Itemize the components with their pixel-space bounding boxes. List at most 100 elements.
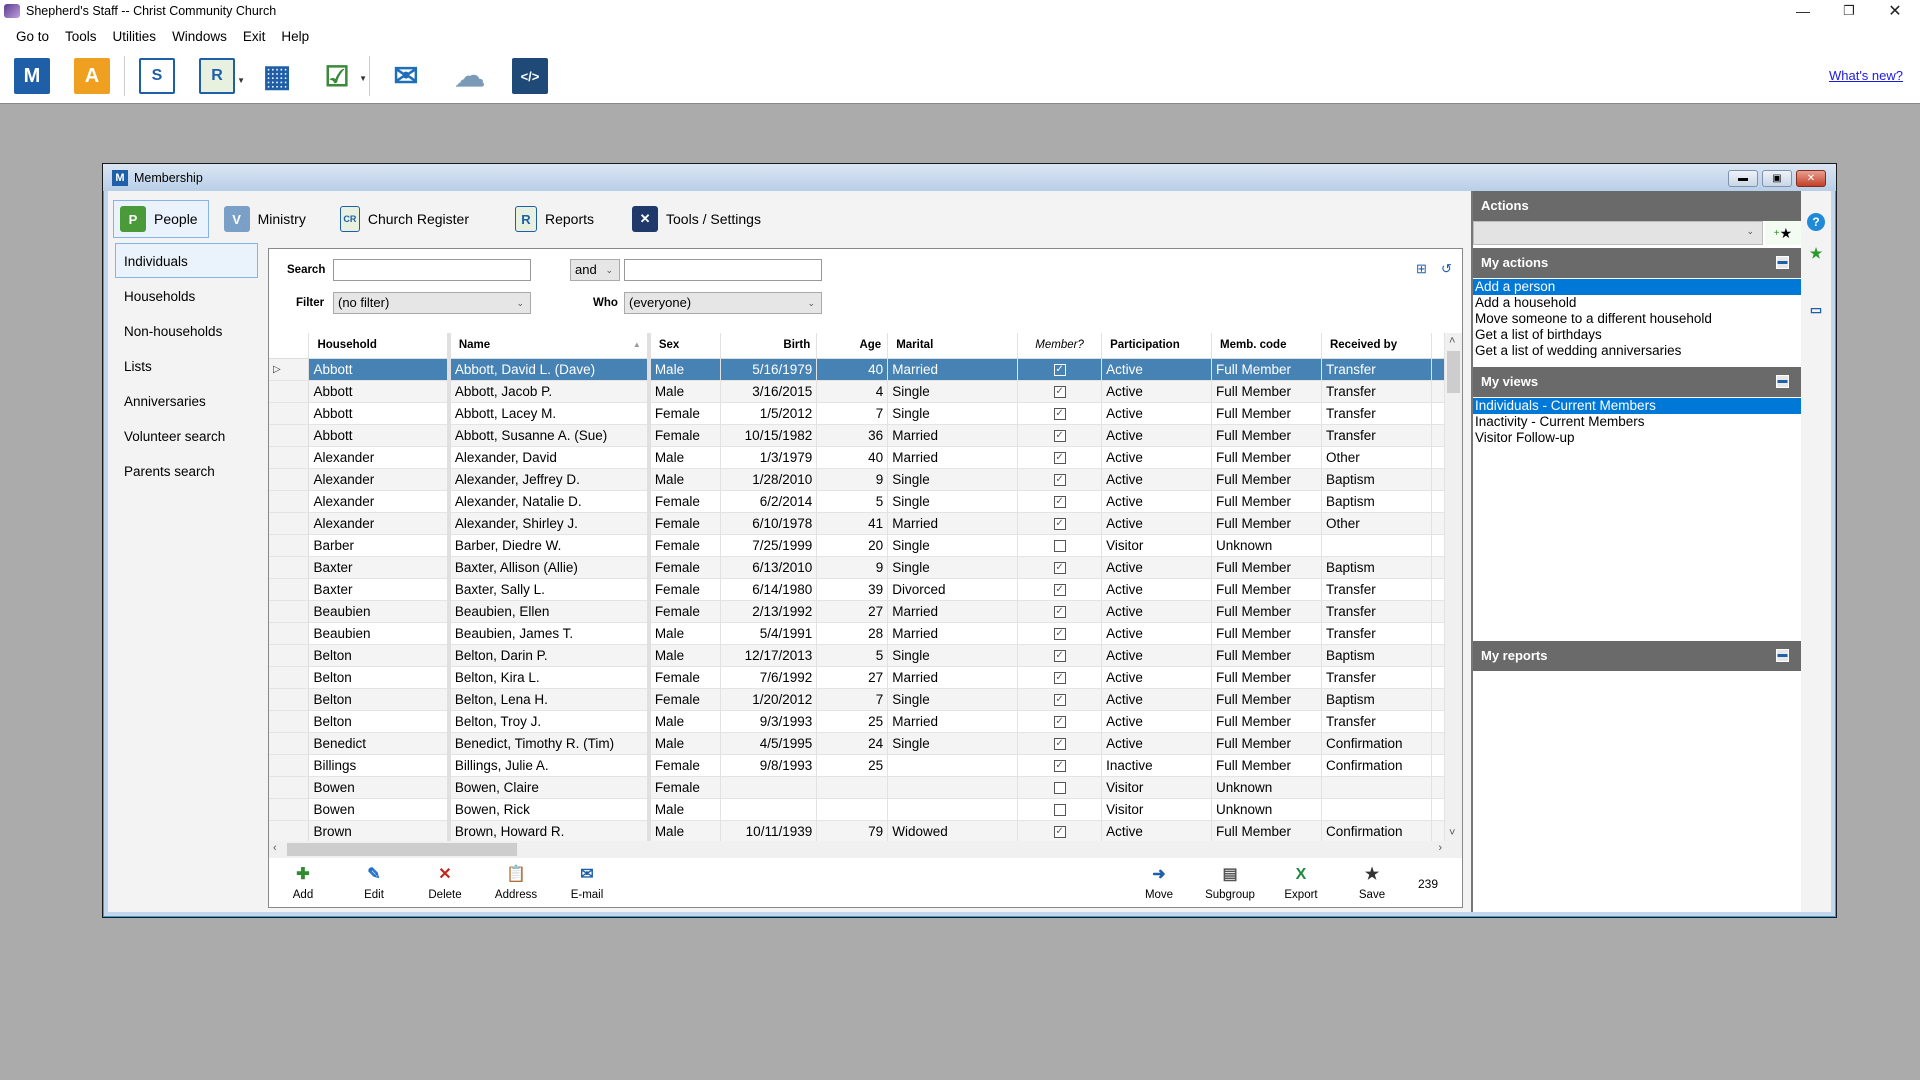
cell-member[interactable]: ✓: [1017, 556, 1103, 579]
cell-birth[interactable]: 6/14/1980: [720, 578, 818, 601]
row-header[interactable]: [269, 534, 310, 557]
row-header[interactable]: [269, 820, 310, 841]
cell-member[interactable]: ✓: [1017, 710, 1103, 733]
cell-sex[interactable]: Male: [648, 446, 722, 469]
checkbox-checked-icon[interactable]: ✓: [1053, 605, 1066, 618]
cell-participation[interactable]: Active: [1101, 512, 1213, 535]
cell-birth[interactable]: 9/3/1993: [720, 710, 818, 733]
cell-birth[interactable]: 1/3/1979: [720, 446, 818, 469]
my-view-item[interactable]: Individuals - Current Members: [1473, 398, 1801, 414]
cell-marital[interactable]: Divorced: [887, 578, 1019, 601]
cell-household[interactable]: Alexander: [308, 490, 451, 513]
cell-household[interactable]: Bowen: [308, 798, 451, 821]
cell-received-by[interactable]: Baptism: [1321, 644, 1432, 667]
filter-select[interactable]: (no filter) ⌄: [333, 292, 531, 314]
cell-age[interactable]: 25: [816, 754, 889, 777]
minimize-button[interactable]: —: [1780, 0, 1826, 22]
table-row[interactable]: Beaubien Beaubien, James T. Male 5/4/1991 28…: [269, 622, 1445, 645]
cell-birth[interactable]: 6/2/2014: [720, 490, 818, 513]
cell-age[interactable]: 28: [816, 622, 889, 645]
table-row[interactable]: Alexander Alexander, David Male 1/3/1979 40 M…: [269, 446, 1445, 469]
menu-windows[interactable]: Windows: [164, 27, 235, 47]
cell-memb-code[interactable]: Full Member: [1211, 754, 1322, 777]
cell-name[interactable]: Abbott, Lacey M.: [448, 402, 651, 425]
checkbox-unchecked-icon[interactable]: [1053, 781, 1066, 794]
table-row[interactable]: Abbott Abbott, Jacob P. Male 3/16/2015 4 Sing…: [269, 380, 1445, 403]
cell-received-by[interactable]: Transfer: [1321, 600, 1432, 623]
cell-birth[interactable]: [720, 798, 818, 821]
scroll-left-icon[interactable]: ‹: [273, 842, 277, 854]
cell-received-by[interactable]: Transfer: [1321, 578, 1432, 601]
cell-received-by[interactable]: [1321, 534, 1432, 557]
attendance-icon[interactable]: A: [74, 58, 110, 94]
cell-marital[interactable]: Single: [887, 402, 1019, 425]
cell-participation[interactable]: Active: [1101, 732, 1213, 755]
cell-sex[interactable]: Male: [648, 732, 722, 755]
cell-received-by[interactable]: Other: [1321, 446, 1432, 469]
cell-birth[interactable]: 7/6/1992: [720, 666, 818, 689]
cell-sex[interactable]: Female: [648, 490, 722, 513]
help-icon[interactable]: ?: [1807, 213, 1825, 231]
row-header[interactable]: [269, 446, 310, 469]
cell-name[interactable]: Billings, Julie A.: [448, 754, 651, 777]
cell-sex[interactable]: Female: [648, 512, 722, 535]
cell-marital[interactable]: Single: [887, 380, 1019, 403]
cell-member[interactable]: ✓: [1017, 644, 1103, 667]
cell-birth[interactable]: 6/10/1978: [720, 512, 818, 535]
table-row[interactable]: Brown Brown, Howard R. Male 10/11/1939 79 Wid…: [269, 820, 1445, 841]
scroll-down-icon[interactable]: ˅: [1449, 827, 1455, 839]
move-button[interactable]: ➜ Move: [1129, 865, 1189, 901]
cell-sex[interactable]: Male: [648, 358, 722, 381]
subgroup-button[interactable]: ▤ Subgroup: [1200, 865, 1260, 901]
cell-memb-code[interactable]: Full Member: [1211, 600, 1322, 623]
cell-member[interactable]: [1017, 776, 1103, 799]
cell-household[interactable]: Abbott: [308, 402, 451, 425]
cell-sex[interactable]: Male: [648, 622, 722, 645]
save-button[interactable]: ★ Save: [1342, 865, 1402, 901]
my-view-item[interactable]: Inactivity - Current Members: [1473, 414, 1801, 430]
cell-household[interactable]: Abbott: [308, 380, 451, 403]
cell-birth[interactable]: 5/4/1991: [720, 622, 818, 645]
checkbox-checked-icon[interactable]: ✓: [1053, 429, 1066, 442]
cell-marital[interactable]: Married: [887, 622, 1019, 645]
menu-exit[interactable]: Exit: [235, 27, 274, 47]
cell-member[interactable]: [1017, 534, 1103, 557]
cell-birth[interactable]: 7/25/1999: [720, 534, 818, 557]
cell-marital[interactable]: Married: [887, 512, 1019, 535]
conjunction-select[interactable]: and ⌄: [570, 259, 620, 281]
cell-received-by[interactable]: Transfer: [1321, 622, 1432, 645]
nav-households[interactable]: Households: [115, 278, 258, 313]
cell-household[interactable]: Benedict: [308, 732, 451, 755]
cell-marital[interactable]: Single: [887, 732, 1019, 755]
cloud-alert-icon[interactable]: ☁: [452, 58, 488, 94]
row-header[interactable]: [269, 688, 310, 711]
cell-participation[interactable]: Active: [1101, 468, 1213, 491]
table-row[interactable]: Bowen Bowen, Rick Male Visitor Unknown: [269, 798, 1445, 821]
table-row[interactable]: Baxter Baxter, Allison (Allie) Female 6/13/…: [269, 556, 1445, 579]
email-icon[interactable]: ✉: [384, 58, 428, 94]
cell-participation[interactable]: Active: [1101, 358, 1213, 381]
my-action-item[interactable]: Add a person: [1473, 279, 1801, 295]
cell-sex[interactable]: Female: [648, 600, 722, 623]
checkbox-checked-icon[interactable]: ✓: [1053, 627, 1066, 640]
add-button[interactable]: ✚ Add: [273, 865, 333, 901]
cell-marital[interactable]: Married: [887, 358, 1019, 381]
cell-birth[interactable]: 1/28/2010: [720, 468, 818, 491]
table-row[interactable]: Alexander Alexander, Shirley J. Female 6/10…: [269, 512, 1445, 535]
cell-received-by[interactable]: Baptism: [1321, 468, 1432, 491]
cell-age[interactable]: [816, 798, 889, 821]
tab-church-register[interactable]: CR Church Register: [333, 200, 480, 238]
row-header[interactable]: [269, 380, 310, 403]
cell-memb-code[interactable]: Unknown: [1211, 534, 1322, 557]
cell-member[interactable]: ✓: [1017, 468, 1103, 491]
row-header[interactable]: [269, 556, 310, 579]
cell-marital[interactable]: Married: [887, 600, 1019, 623]
row-header[interactable]: [269, 710, 310, 733]
col-household[interactable]: Household: [308, 333, 451, 359]
reset-layout-icon[interactable]: ↺: [1441, 261, 1452, 277]
cell-name[interactable]: Alexander, Shirley J.: [448, 512, 651, 535]
cell-household[interactable]: Beaubien: [308, 600, 451, 623]
checkbox-unchecked-icon[interactable]: [1053, 539, 1066, 552]
cell-household[interactable]: Abbott: [308, 424, 451, 447]
cell-name[interactable]: Benedict, Timothy R. (Tim): [448, 732, 651, 755]
